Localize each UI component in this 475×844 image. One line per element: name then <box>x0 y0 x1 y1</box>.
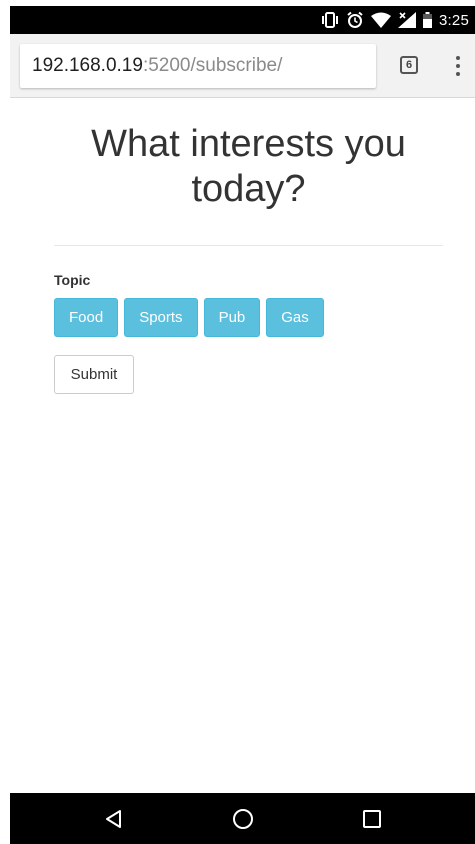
topic-button-food[interactable]: Food <box>54 298 119 337</box>
url-host: 192.168.0.19 <box>32 55 143 76</box>
system-nav-bar <box>10 793 475 844</box>
url-bar[interactable]: 192.168.0.19:5200/subscribe/ <box>20 44 376 88</box>
back-icon[interactable] <box>104 809 124 829</box>
page-title: What interests you today? <box>91 123 406 210</box>
alarm-icon <box>346 11 364 29</box>
topic-label: Topic <box>54 272 91 288</box>
topic-button-sports[interactable]: Sports <box>124 298 198 337</box>
status-time: 3:25 <box>439 11 469 29</box>
wifi-icon <box>371 12 391 28</box>
topic-button-pub[interactable]: Pub <box>203 298 261 337</box>
topic-button-group: Food Sports Pub Gas <box>54 298 324 337</box>
topic-button-gas[interactable]: Gas <box>266 298 324 337</box>
vibrate-icon <box>321 12 339 28</box>
submit-button[interactable]: Submit <box>54 355 134 394</box>
signal-icon <box>398 12 416 28</box>
battery-icon <box>423 12 432 28</box>
url-path: :5200/subscribe/ <box>142 55 283 76</box>
browser-toolbar: 192.168.0.19:5200/subscribe/ 6 <box>10 34 475 98</box>
home-icon[interactable] <box>232 808 254 830</box>
tab-switcher-button[interactable]: 6 <box>400 56 418 74</box>
recents-icon[interactable] <box>362 809 381 828</box>
overflow-menu-icon[interactable] <box>450 55 466 77</box>
divider <box>54 245 443 246</box>
status-bar: 3:25 <box>10 6 475 34</box>
